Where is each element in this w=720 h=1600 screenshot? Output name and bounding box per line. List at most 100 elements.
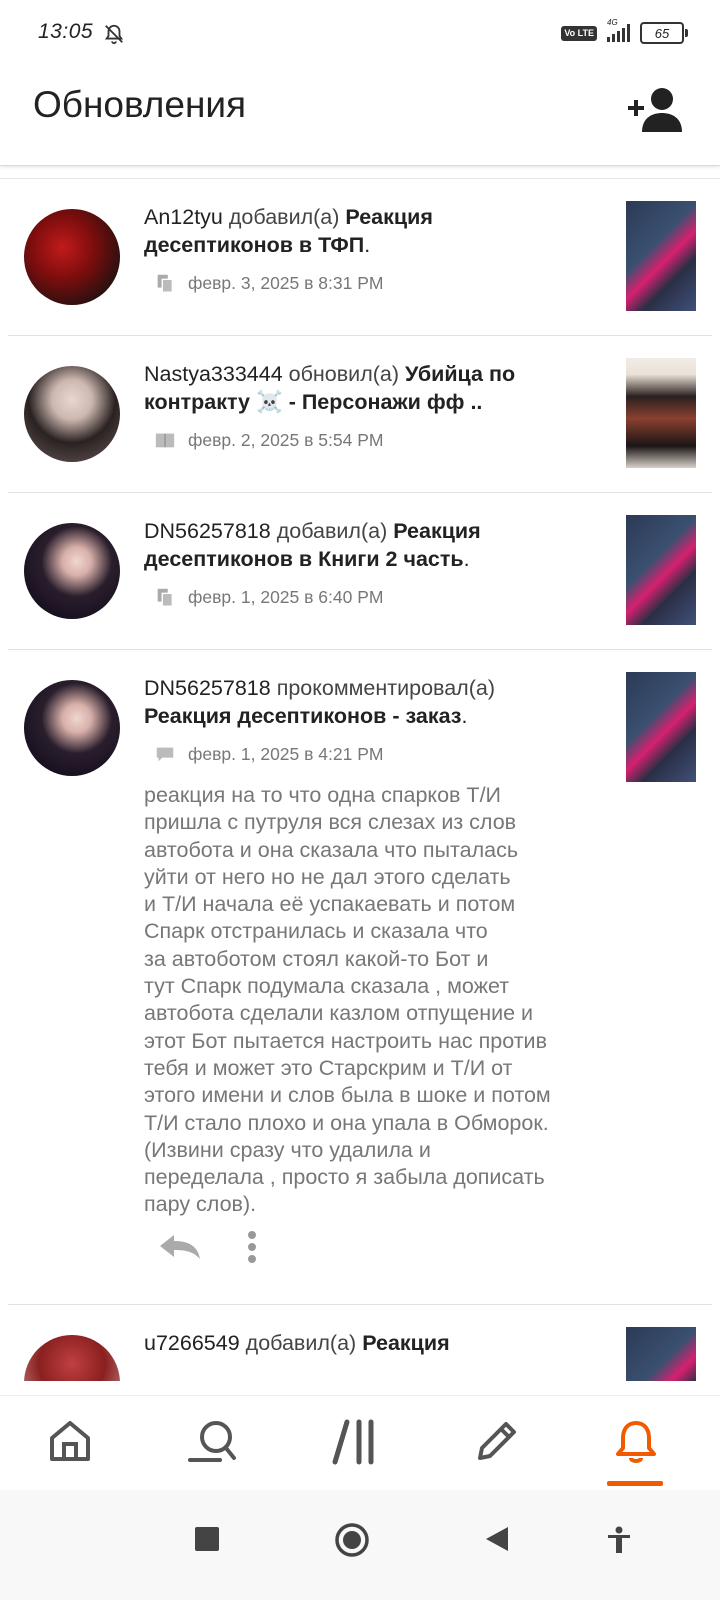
avatar[interactable] xyxy=(24,209,120,305)
bell-off-icon xyxy=(104,24,124,45)
write-icon[interactable] xyxy=(472,1418,520,1466)
system-navigation-bar xyxy=(0,1490,720,1600)
comment-line: автобота сделали казлом отпущение и xyxy=(144,1001,534,1026)
feed-item-text: DN56257818 добавил(а) Реакция десептикон… xyxy=(144,517,584,573)
comment-text: реакция на то что одна спарков Т/И пришл… xyxy=(144,782,599,1219)
comment-line: уйти от него но не дал этого сделать xyxy=(144,864,511,889)
comment-line: за автоботом стоял какой-то Бот и xyxy=(144,946,489,971)
app-header: Обновления xyxy=(0,70,720,166)
comment-line: Т/И стало плохо и она упала в Обморок. xyxy=(144,1110,549,1135)
feed-item[interactable]: DN56257818 добавил(а) Реакция десептикон… xyxy=(8,493,712,650)
feed-user[interactable]: Nastya333444 xyxy=(144,362,283,386)
story-cover-thumbnail[interactable] xyxy=(626,1327,696,1381)
feed-verb: прокомментировал(а) xyxy=(276,676,495,700)
feed-item[interactable]: u7266549 добавил(а) Реакция xyxy=(8,1305,712,1381)
avatar[interactable] xyxy=(24,1335,120,1381)
comment-line: пару слов). xyxy=(144,1192,257,1217)
story-cover-thumbnail[interactable] xyxy=(626,358,696,468)
feed-target-end[interactable]: десептиконов в Книги 2 часть xyxy=(144,547,464,571)
feed-user[interactable]: DN56257818 xyxy=(144,519,271,543)
reply-icon[interactable] xyxy=(158,1233,202,1261)
battery-level: 65 xyxy=(654,25,670,41)
feed-meta: февр. 1, 2025 в 4:21 PM xyxy=(144,743,383,765)
add-user-icon[interactable] xyxy=(628,86,684,132)
comment-line: реакция на то что одна спарков Т/И xyxy=(144,783,501,807)
feed-item[interactable]: Nastya333444 обновил(а) Убийца по контра… xyxy=(8,336,712,493)
feed-suffix: . xyxy=(364,233,371,257)
feed-verb: обновил(а) xyxy=(288,362,400,386)
bottom-navigation xyxy=(0,1395,720,1486)
more-options-icon[interactable] xyxy=(247,1230,257,1264)
feed-meta: февр. 3, 2025 в 8:31 PM xyxy=(144,272,383,294)
comment-line: и Т/И начала её успакаевать и потом xyxy=(144,892,516,917)
feed-date: февр. 3, 2025 в 8:31 PM xyxy=(188,272,384,293)
network-label: 4G xyxy=(607,18,618,27)
copy-icon xyxy=(157,274,174,293)
story-cover-thumbnail[interactable] xyxy=(626,201,696,311)
feed-item[interactable]: DN56257818 прокомментировал(а) Реакция д… xyxy=(8,650,712,1305)
comment-line: тут Спарк подумала сказала , может xyxy=(144,974,510,999)
feed-verb: добавил(а) xyxy=(228,205,340,229)
library-icon[interactable] xyxy=(329,1418,379,1466)
feed-meta: февр. 2, 2025 в 5:54 PM xyxy=(144,429,383,451)
back-icon[interactable] xyxy=(484,1526,510,1552)
volte-badge: Vo LTE xyxy=(561,25,597,41)
feed-user[interactable]: DN56257818 xyxy=(144,676,271,700)
notifications-icon[interactable] xyxy=(612,1418,660,1466)
feed-date: февр. 1, 2025 в 4:21 PM xyxy=(188,743,384,764)
nav-write[interactable] xyxy=(466,1418,526,1478)
story-cover-thumbnail[interactable] xyxy=(626,672,696,782)
feed-target-end[interactable]: Реакция десептиконов - заказ xyxy=(144,704,461,728)
feed-verb: добавил(а) xyxy=(276,519,388,543)
discover-icon[interactable] xyxy=(186,1418,238,1464)
feed-item-text: u7266549 добавил(а) Реакция xyxy=(144,1329,584,1357)
feed-target-start[interactable]: Реакция xyxy=(393,519,480,543)
book-icon xyxy=(155,433,175,448)
nav-notifications[interactable] xyxy=(606,1418,666,1486)
feed-date: февр. 2, 2025 в 5:54 PM xyxy=(188,429,384,450)
home-button-icon[interactable] xyxy=(334,1522,370,1558)
avatar[interactable] xyxy=(24,523,120,619)
comment-line: тебя и может это Старскрим и Т/И от xyxy=(144,1055,513,1080)
feed-suffix: . xyxy=(461,704,468,728)
signal-icon: 4G xyxy=(607,18,630,42)
recent-apps-icon[interactable] xyxy=(194,1526,220,1552)
feed-target-start[interactable]: Реакция xyxy=(345,205,432,229)
comment-line: этого имени и слов была в шоке и потом xyxy=(144,1083,551,1108)
comment-line: (Извини сразу что удалила и xyxy=(144,1137,431,1162)
feed-date: февр. 1, 2025 в 6:40 PM xyxy=(188,586,384,607)
feed-user[interactable]: An12tyu xyxy=(144,205,223,229)
comment-line: пришла с путруля вся слезах из слов xyxy=(144,810,517,835)
comment-line: Спарк отстранилась и сказала что xyxy=(144,919,488,944)
avatar[interactable] xyxy=(24,680,120,776)
feed-meta: февр. 1, 2025 в 6:40 PM xyxy=(144,586,383,608)
feed-item-text: Nastya333444 обновил(а) Убийца по контра… xyxy=(144,360,584,416)
home-icon[interactable] xyxy=(47,1418,93,1464)
feed-target-start[interactable]: Реакция xyxy=(362,1331,449,1355)
avatar[interactable] xyxy=(24,366,120,462)
nav-library[interactable] xyxy=(324,1418,384,1478)
copy-icon xyxy=(157,588,174,607)
feed-target-end[interactable]: десептиконов в ТФП xyxy=(144,233,364,257)
feed-verb: добавил(а) xyxy=(245,1331,357,1355)
feed-user[interactable]: u7266549 xyxy=(144,1331,240,1355)
feed-suffix: . xyxy=(463,547,470,571)
accessibility-icon[interactable] xyxy=(606,1526,632,1554)
feed-item[interactable]: An12tyu добавил(а) Реакция десептиконов … xyxy=(8,179,712,336)
battery-icon: 65 xyxy=(640,22,688,44)
status-bar: 13:05 Vo LTE 4G 65 xyxy=(0,0,720,70)
feed-target-end[interactable]: контракту ☠️ - Персонажи фф .. xyxy=(144,390,482,414)
comment-actions xyxy=(158,1230,257,1264)
feed-target-start[interactable]: Убийца по xyxy=(405,362,515,386)
nav-home[interactable] xyxy=(40,1418,100,1478)
comment-line: этот Бот пытается настроить нас против xyxy=(144,1028,547,1053)
updates-feed[interactable]: An12tyu добавил(а) Реакция десептиконов … xyxy=(0,178,720,1381)
status-time: 13:05 xyxy=(38,20,94,43)
comment-line: переделала , просто я забыла дописать xyxy=(144,1165,545,1190)
comment-icon xyxy=(156,747,174,762)
feed-item-text: An12tyu добавил(а) Реакция десептиконов … xyxy=(144,203,584,259)
story-cover-thumbnail[interactable] xyxy=(626,515,696,625)
active-tab-indicator xyxy=(607,1481,663,1486)
nav-discover[interactable] xyxy=(182,1418,242,1478)
feed-item-text: DN56257818 прокомментировал(а) Реакция д… xyxy=(144,674,584,730)
